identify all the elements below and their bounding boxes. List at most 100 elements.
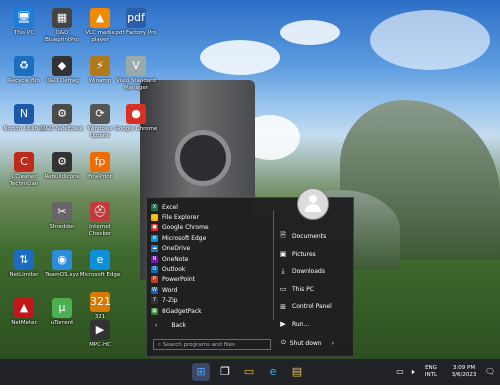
scrollbar[interactable]: [273, 210, 274, 320]
app-label: PowerPoint: [162, 276, 196, 284]
desktop-icon-label: Visio Standard Manager: [116, 78, 156, 91]
app-icon: ⚙: [52, 152, 72, 172]
app-icon: ◆: [52, 56, 72, 76]
app-label: 8GadgetPack: [162, 307, 202, 315]
notification-icon[interactable]: 🗨: [484, 359, 496, 385]
app-icon: pdf: [126, 8, 146, 28]
app-icon: ◉: [52, 250, 72, 270]
start-right-label: This PC: [292, 285, 314, 293]
back-button[interactable]: ‹ Back: [155, 322, 186, 329]
store-icon[interactable]: ▤: [288, 363, 306, 381]
app-list-item[interactable]: P PowerPoint: [151, 275, 271, 285]
task-view-icon[interactable]: ❐: [216, 363, 234, 381]
app-label: OneDrive: [162, 245, 191, 253]
language-indicator[interactable]: ENG INTL: [420, 359, 442, 391]
app-list-item[interactable]: ▭ File Explorer: [151, 212, 271, 222]
app-icon: ☁: [151, 245, 158, 253]
app-list-item[interactable]: X Excel: [151, 202, 271, 212]
start-right-item[interactable]: ▶ Run...: [279, 316, 349, 334]
desktop-icon[interactable]: 321 321: [78, 292, 122, 321]
desktop-icon-label: Google Chrome: [114, 126, 158, 132]
file-explorer-icon[interactable]: ▭: [240, 363, 258, 381]
clock-time: 3:09 PM: [452, 365, 476, 371]
app-icon: ⛑: [90, 202, 110, 222]
user-avatar[interactable]: [297, 188, 329, 220]
avatar-head: [309, 195, 317, 203]
app-label: Outlook: [162, 266, 186, 274]
start-right-label: Downloads: [292, 268, 325, 276]
start-right-label: Run...: [292, 320, 310, 328]
app-icon: ✂: [52, 202, 72, 222]
app-list-item[interactable]: 7 7-Zip: [151, 296, 271, 306]
shutdown-button[interactable]: ⏻ Shut down ›: [281, 339, 334, 347]
desktop-icon[interactable]: ▶ MPC-HC: [78, 320, 122, 349]
desktop-icon-label: MPC-HC: [89, 342, 111, 348]
app-icon: 321: [90, 292, 111, 312]
app-list-item[interactable]: O Outlook: [151, 264, 271, 274]
language-code: ENG: [425, 365, 437, 371]
app-icon: ▭: [151, 214, 158, 222]
app-label: Excel: [162, 203, 178, 211]
search-input[interactable]: ⌕ Search programs and files: [153, 339, 271, 350]
app-icon: µ: [52, 298, 72, 318]
network-icon[interactable]: ▭: [394, 359, 406, 385]
app-list: X Excel ▭ File Explorer ● Google Chrome e Micro…: [151, 202, 271, 316]
back-label: Back: [171, 322, 186, 329]
app-icon: ▲: [90, 8, 110, 28]
clock[interactable]: 3:09 PM 3/6/2023: [446, 359, 482, 391]
folder-icon: ⤓: [281, 267, 285, 276]
chevron-right-icon: ›: [331, 339, 335, 347]
app-icon: e: [151, 234, 158, 242]
start-button[interactable]: ⊞: [192, 363, 210, 381]
power-icon: ⏻: [281, 339, 286, 346]
desktop-icon[interactable]: pdf pdf Factory Pro: [114, 8, 158, 37]
app-icon: ●: [151, 224, 158, 232]
app-list-item[interactable]: ▦ 8GadgetPack: [151, 306, 271, 316]
app-list-item[interactable]: ● Google Chrome: [151, 223, 271, 233]
app-icon: ▲: [14, 298, 34, 318]
desktop-icon[interactable]: fp FinePrint: [78, 152, 122, 181]
app-icon: 🖥: [14, 8, 34, 28]
folder-icon: 🗎: [280, 231, 286, 240]
avatar-torso: [305, 204, 321, 212]
start-right-item[interactable]: ▭ This PC: [279, 281, 349, 299]
app-icon: ⟳: [90, 104, 110, 124]
app-label: File Explorer: [162, 214, 199, 222]
start-right-label: Control Panel: [292, 303, 332, 311]
start-right-item[interactable]: 🗎 Documents: [279, 228, 349, 246]
start-right-item[interactable]: ▣ Pictures: [279, 246, 349, 264]
app-list-item[interactable]: N OneNote: [151, 254, 271, 264]
start-right-label: Documents: [292, 233, 327, 241]
desktop-icon[interactable]: ⛑ Internet Checker: [78, 202, 122, 238]
taskbar: ⊞ ❐ ▭ e ▤ ▭ 🕨 ENG INTL 3:09 PM 3/6/2023 …: [0, 359, 500, 385]
app-icon: P: [151, 276, 158, 284]
app-label: Microsoft Edge: [162, 234, 207, 242]
start-right-pane: 🗎 Documents ▣ Pictures ⤓ Downloads ▭ This PC ⊞ Co…: [279, 228, 349, 333]
app-icon: ▦: [52, 8, 72, 28]
app-icon: N: [14, 104, 34, 124]
clock-date: 3/6/2023: [451, 372, 477, 378]
edge-icon[interactable]: e: [264, 363, 282, 381]
desktop-icon[interactable]: V Visio Standard Manager: [114, 56, 158, 92]
app-list-item[interactable]: e Microsoft Edge: [151, 233, 271, 243]
start-right-item[interactable]: ⤓ Downloads: [279, 263, 349, 281]
app-list-item[interactable]: W Word: [151, 285, 271, 295]
desktop-icon-label: Internet Checker: [88, 224, 112, 237]
volume-icon[interactable]: 🕨: [406, 359, 418, 385]
desktop-icon[interactable]: ● Google Chrome: [114, 104, 158, 133]
folder-icon: ▶: [280, 320, 286, 329]
app-icon: O: [151, 266, 158, 274]
app-list-item[interactable]: ☁ OneDrive: [151, 244, 271, 254]
app-icon: ▶: [90, 320, 110, 340]
app-icon: e: [90, 250, 110, 270]
desktop-icon[interactable]: e Microsoft Edge: [78, 250, 122, 279]
app-icon: X: [151, 203, 158, 211]
app-icon: ⚙: [52, 104, 72, 124]
app-icon: fp: [90, 152, 110, 172]
start-right-item[interactable]: ⊞ Control Panel: [279, 298, 349, 316]
start-right-label: Pictures: [292, 250, 316, 258]
folder-icon: ▭: [279, 285, 287, 294]
app-label: Word: [162, 286, 178, 294]
app-label: Google Chrome: [162, 224, 209, 232]
app-icon: ♻: [14, 56, 34, 76]
